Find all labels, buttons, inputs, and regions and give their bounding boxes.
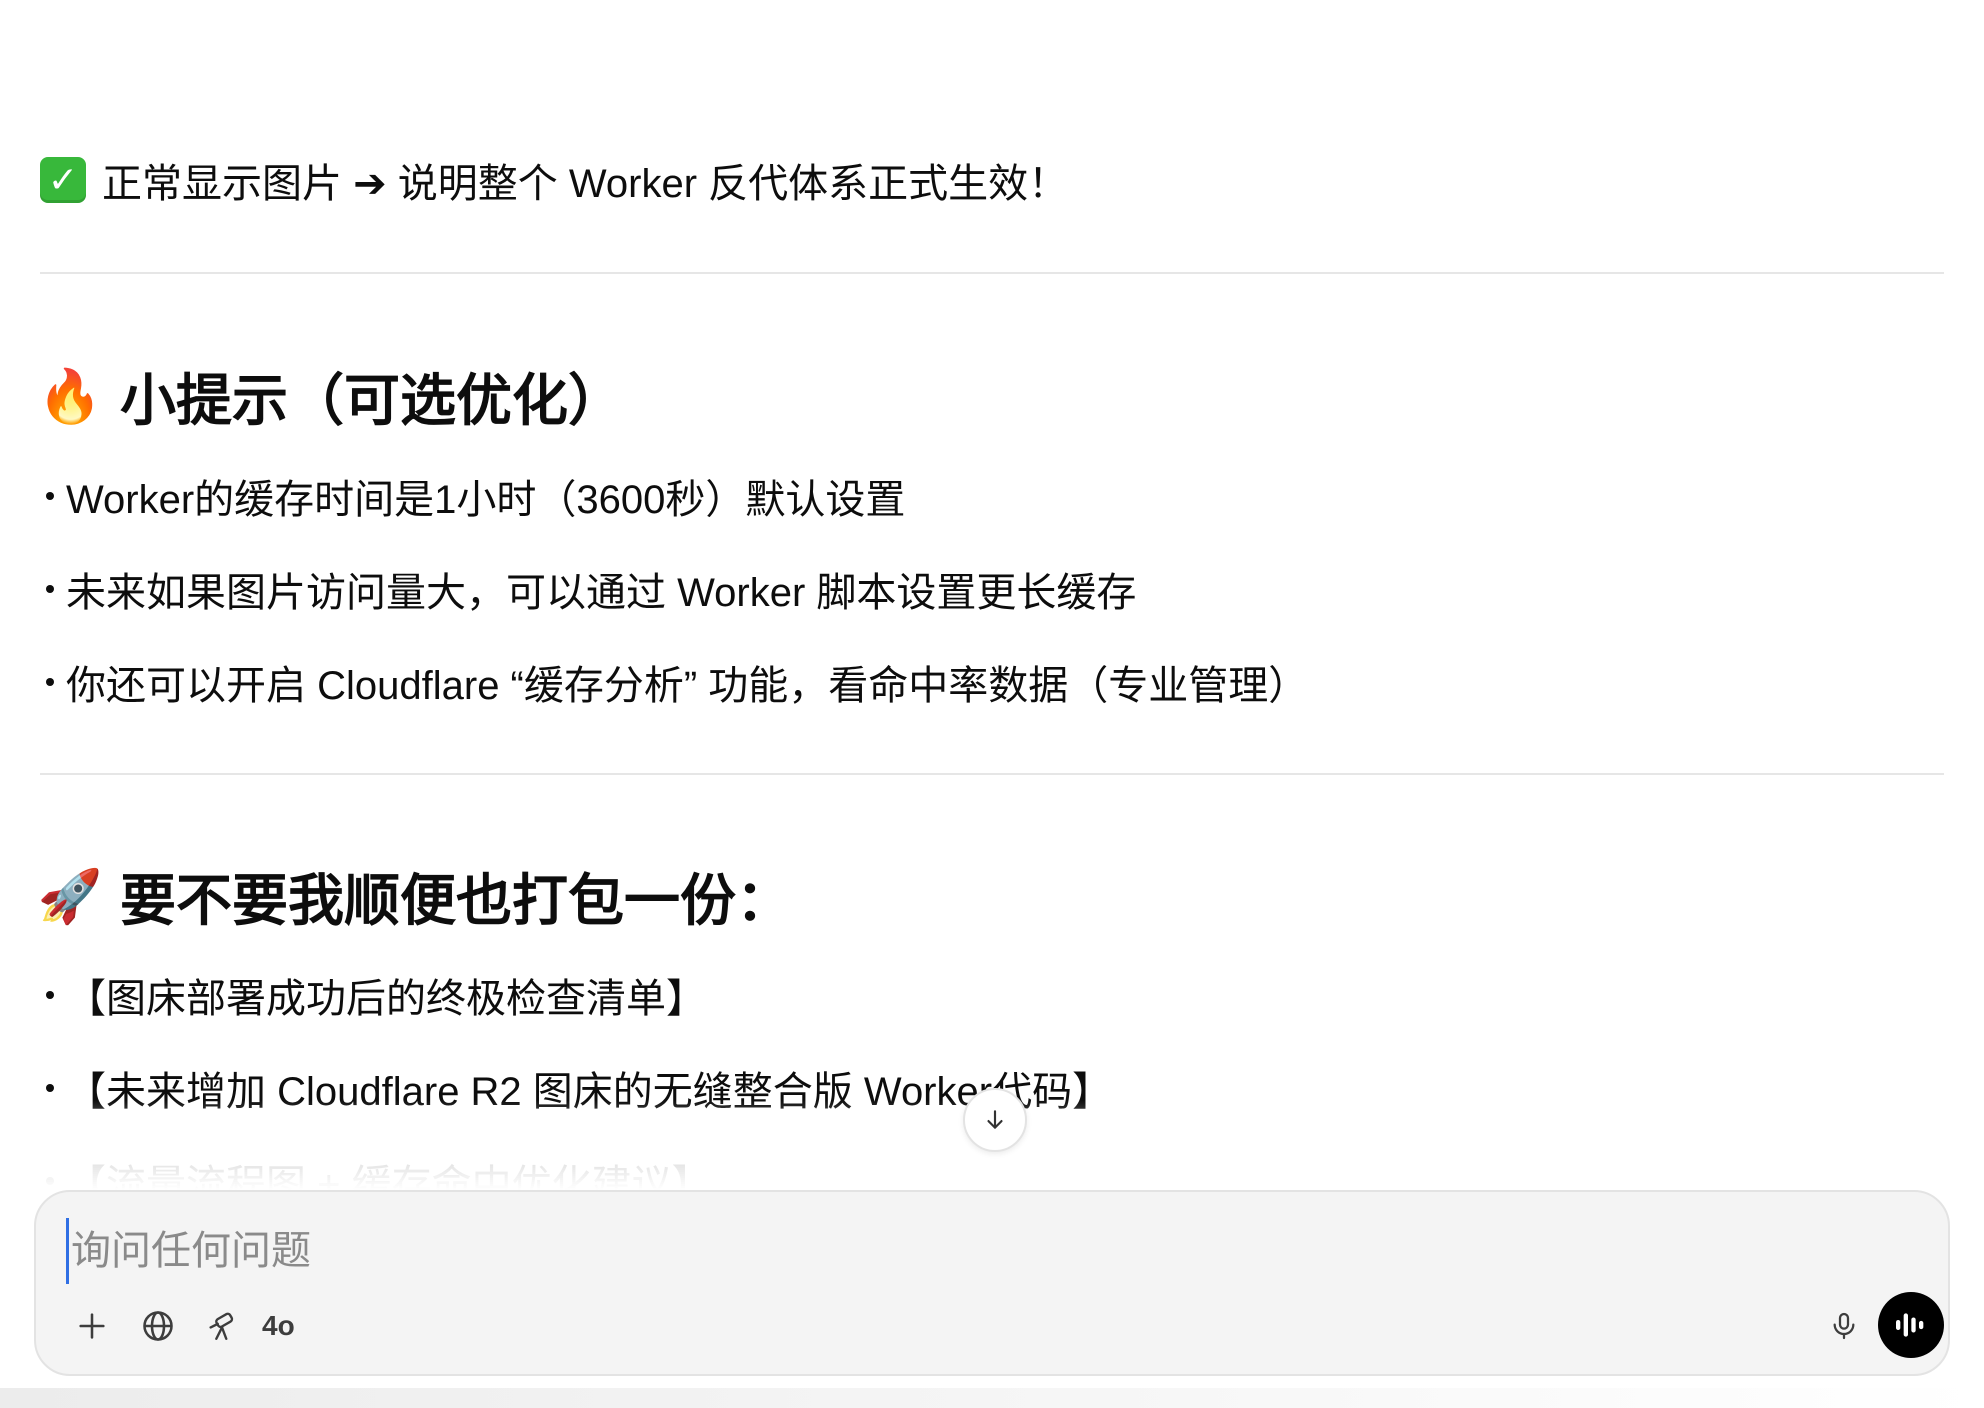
fire-emoji-icon: 🔥 bbox=[40, 367, 103, 426]
arrow-down-icon bbox=[987, 1110, 1003, 1129]
list-item: 【流量流程图 + 缓存命中优化建议】 bbox=[40, 1151, 712, 1190]
voice-mode-button[interactable] bbox=[1878, 1292, 1944, 1358]
bullet-dot-icon bbox=[46, 492, 54, 500]
list-item: Worker的缓存时间是1小时（3600秒）默认设置 bbox=[40, 466, 905, 526]
check-mark-emoji-icon: ✓ bbox=[40, 157, 86, 203]
globe-icon bbox=[143, 1311, 173, 1341]
bullet-dot-icon bbox=[46, 585, 54, 593]
microphone-icon bbox=[1833, 1312, 1855, 1340]
message-composer: 4o bbox=[34, 1190, 1950, 1376]
status-line: ✓ 正常显示图片 ➔ 说明整个 Worker 反代体系正式生效！ bbox=[40, 148, 1068, 212]
divider bbox=[40, 773, 1944, 775]
bullet-dot-icon bbox=[46, 1084, 54, 1092]
conversation-area: ✓ 正常显示图片 ➔ 说明整个 Worker 反代体系正式生效！ 🔥 小提示（可… bbox=[40, 0, 1944, 1190]
telescope-icon bbox=[209, 1312, 234, 1340]
list-item-text: Worker的缓存时间是1小时（3600秒）默认设置 bbox=[66, 478, 906, 522]
list-item: 【图床部署成功后的终极检查清单】 bbox=[40, 965, 706, 1025]
bullet-dot-icon bbox=[46, 678, 54, 686]
bullet-dot-icon bbox=[46, 991, 54, 999]
list-item: 未来如果图片访问量大，可以通过 Worker 脚本设置更长缓存 bbox=[40, 559, 1136, 619]
window-bottom-edge bbox=[0, 1388, 1984, 1408]
list-item: 【未来增加 Cloudflare R2 图床的无缝整合版 Worker代码】 bbox=[40, 1058, 1112, 1118]
offer-heading: 🚀 要不要我顺便也打包一份： bbox=[40, 856, 792, 936]
search-web-button[interactable] bbox=[132, 1300, 184, 1352]
tips-heading-text: 小提示（可选优化） bbox=[120, 368, 624, 432]
status-text: 正常显示图片 ➔ 说明整个 Worker 反代体系正式生效！ bbox=[102, 162, 1069, 206]
list-item-text: 未来如果图片访问量大，可以通过 Worker 脚本设置更长缓存 bbox=[66, 571, 1137, 615]
scroll-to-bottom-button[interactable] bbox=[963, 1088, 1027, 1152]
list-item-text: 【流量流程图 + 缓存命中优化建议】 bbox=[66, 1163, 712, 1190]
divider bbox=[40, 272, 1944, 274]
list-item: 你还可以开启 Cloudflare “缓存分析” 功能，看命中率数据（专业管理） bbox=[40, 652, 1308, 712]
attach-button[interactable] bbox=[66, 1300, 118, 1352]
dictate-button[interactable] bbox=[1818, 1300, 1870, 1352]
list-item-text: 【图床部署成功后的终极检查清单】 bbox=[66, 977, 706, 1021]
chat-page: ✓ 正常显示图片 ➔ 说明整个 Worker 反代体系正式生效！ 🔥 小提示（可… bbox=[0, 0, 1984, 1408]
bullet-dot-icon bbox=[46, 1177, 54, 1185]
deep-research-button[interactable] bbox=[196, 1300, 248, 1352]
plus-icon bbox=[79, 1313, 105, 1339]
voice-waveform-icon bbox=[1896, 1313, 1924, 1337]
message-input[interactable] bbox=[66, 1218, 1773, 1284]
list-item-text: 你还可以开启 Cloudflare “缓存分析” 功能，看命中率数据（专业管理） bbox=[66, 664, 1309, 708]
rocket-emoji-icon: 🚀 bbox=[40, 867, 103, 926]
tips-heading: 🔥 小提示（可选优化） bbox=[40, 356, 624, 436]
offer-heading-text: 要不要我顺便也打包一份： bbox=[120, 868, 792, 932]
model-selector[interactable]: 4o bbox=[262, 1302, 295, 1350]
list-item-text: 【未来增加 Cloudflare R2 图床的无缝整合版 Worker代码】 bbox=[66, 1070, 1113, 1114]
